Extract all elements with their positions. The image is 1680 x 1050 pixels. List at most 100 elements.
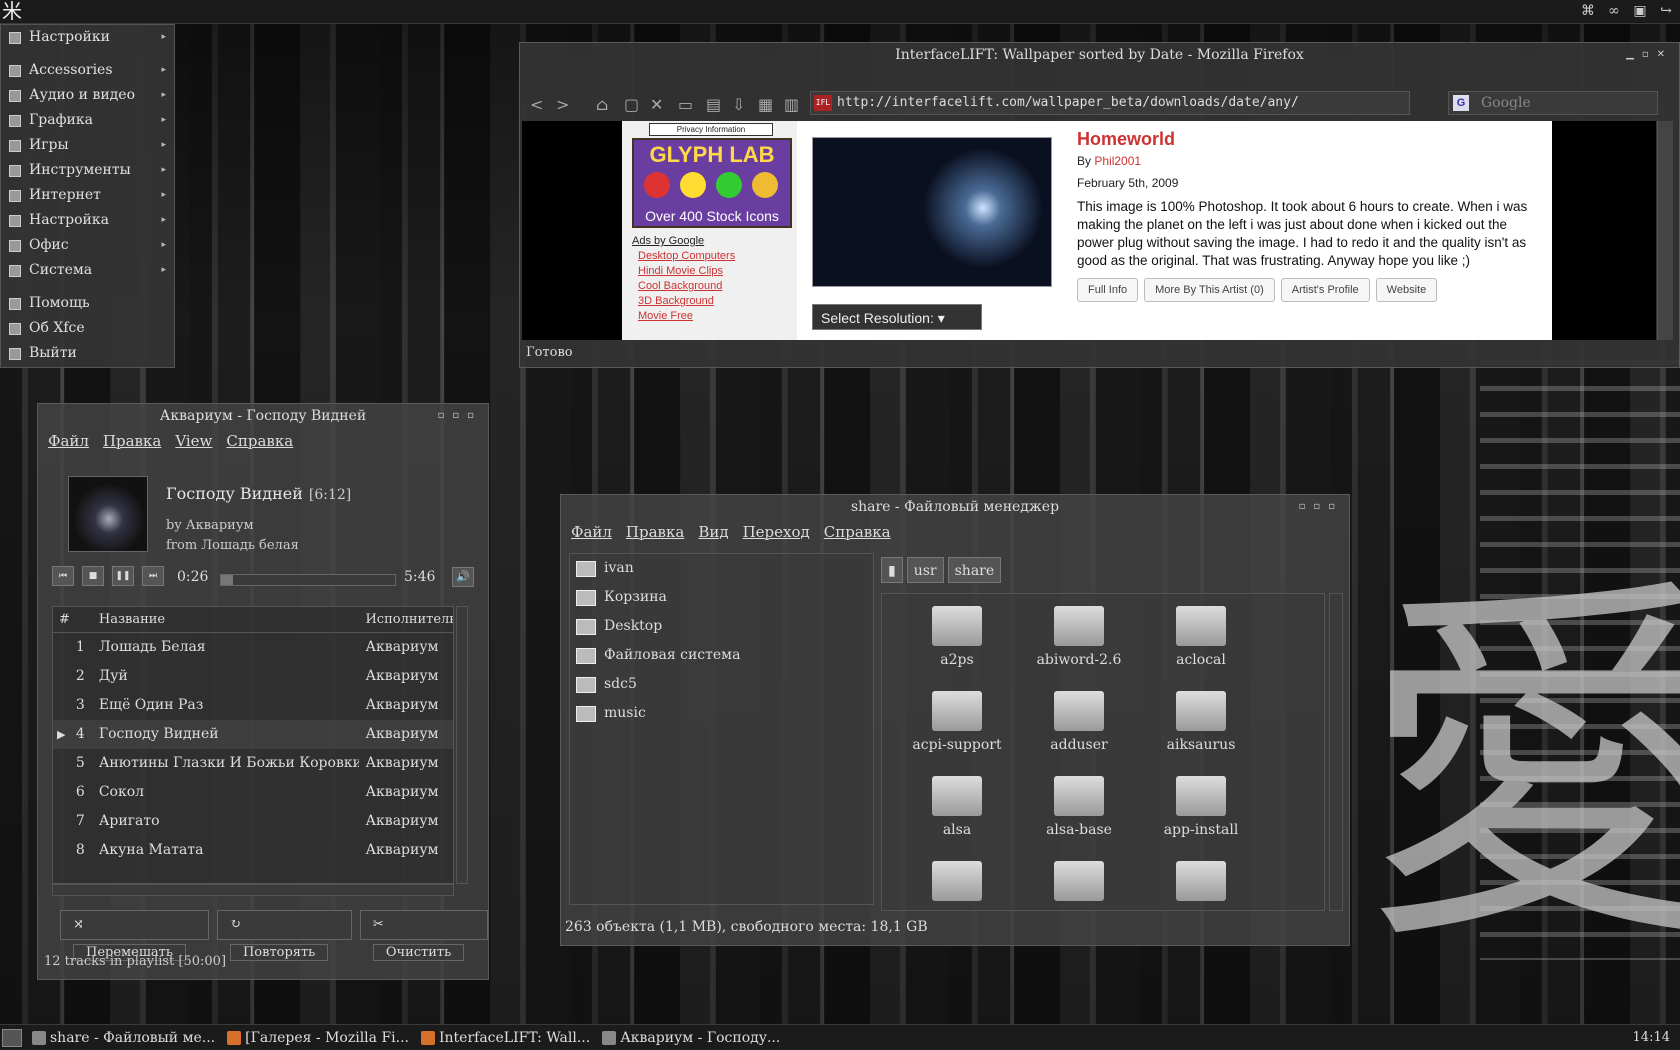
- window-controls[interactable]: ▫▫▫: [1299, 495, 1343, 519]
- taskbar-item[interactable]: share - Файловый ме...: [28, 1026, 215, 1050]
- folder-item[interactable]: [1140, 861, 1262, 907]
- sidebar-item-5[interactable]: music: [570, 699, 873, 728]
- ad-link[interactable]: 3D Background: [638, 294, 735, 309]
- menu-item-multimedia[interactable]: Аудио и видео ▸: [1, 83, 174, 108]
- table-row[interactable]: 2 Дуй Аквариум: [53, 662, 453, 691]
- table-row[interactable]: 3 Ещё Один Раз Аквариум: [53, 691, 453, 720]
- playlist-hscrollbar[interactable]: [52, 884, 454, 896]
- shuffle-button[interactable]: ⤨ Перемешать: [60, 910, 209, 961]
- tools-icon[interactable]: ▥: [784, 95, 799, 114]
- menu-item-accessories[interactable]: Accessories ▸: [1, 58, 174, 83]
- window-controls[interactable]: ▁▫✕: [1626, 43, 1673, 67]
- menu-help[interactable]: Справка: [226, 428, 293, 454]
- ad-link[interactable]: Desktop Computers: [638, 249, 735, 264]
- clear-button[interactable]: ✂ Очистить: [359, 910, 488, 961]
- menu-item-about-xfce[interactable]: Об Xfce: [1, 316, 174, 341]
- table-row[interactable]: 5 Анютины Глазки И Божьи Коровки Аквариум: [53, 749, 453, 778]
- folder-item[interactable]: [896, 861, 1018, 907]
- author-link[interactable]: Phil2001: [1094, 154, 1141, 168]
- column-artist[interactable]: Исполнитель: [359, 607, 453, 632]
- xfce-menu-icon[interactable]: 米: [2, 0, 22, 22]
- wallpaper-title[interactable]: Homeworld: [1077, 129, 1537, 150]
- menu-edit[interactable]: Правка: [626, 519, 684, 545]
- google-icon[interactable]: G: [1453, 95, 1469, 111]
- taskbar-item[interactable]: [Галерея - Mozilla Fi...: [223, 1026, 409, 1050]
- column-number[interactable]: #: [53, 607, 93, 632]
- sidebar-item-4[interactable]: sdc5: [570, 670, 873, 699]
- firefox-titlebar[interactable]: InterfaceLIFT: Wallpaper sorted by Date …: [520, 43, 1679, 67]
- path-button-usr[interactable]: usr: [906, 557, 944, 583]
- resolution-select[interactable]: Select Resolution: ▾: [812, 304, 982, 330]
- menu-item-internet[interactable]: Интернет ▸: [1, 183, 174, 208]
- pause-icon[interactable]: ❚❚: [112, 566, 134, 586]
- window-controls[interactable]: ▫▫▫: [438, 404, 482, 428]
- sidebar-item-3[interactable]: Файловая система: [570, 641, 873, 670]
- history-icon[interactable]: ▭: [678, 95, 693, 114]
- path-root-button[interactable]: ▮: [881, 557, 903, 583]
- folder-item[interactable]: alsa-base: [1018, 776, 1140, 838]
- more-by-artist-button[interactable]: More By This Artist (0): [1144, 278, 1275, 302]
- privacy-link[interactable]: Privacy Information: [649, 123, 773, 136]
- folder-item[interactable]: aclocal: [1140, 606, 1262, 668]
- table-row[interactable]: ▶ 4 Господу Видней Аквариум: [53, 720, 453, 749]
- taskbar-item[interactable]: InterfaceLIFT: Wall...: [417, 1026, 590, 1050]
- table-row[interactable]: 6 Сокол Аквариум: [53, 778, 453, 807]
- ad-link[interactable]: Hindi Movie Clips: [638, 264, 735, 279]
- menu-item-logout[interactable]: Выйти: [1, 341, 174, 366]
- wallpaper-thumbnail[interactable]: [812, 137, 1052, 287]
- folder-item[interactable]: alsa: [896, 776, 1018, 838]
- download-icon[interactable]: ⇩: [732, 95, 745, 114]
- menu-item-help[interactable]: Помощь: [1, 291, 174, 316]
- ads-by-google-link[interactable]: Ads by Google: [632, 235, 704, 247]
- search-input[interactable]: G Google: [1448, 91, 1658, 115]
- tray-icon-link[interactable]: ∞: [1604, 2, 1624, 20]
- sidebar-item-1[interactable]: Корзина: [570, 583, 873, 612]
- menu-item-tools[interactable]: Инструменты ▸: [1, 158, 174, 183]
- glyph-lab-ad[interactable]: GLYPH LAB Over 400 Stock Icons: [632, 138, 792, 228]
- stop-icon[interactable]: ✕: [650, 95, 663, 114]
- audacious-titlebar[interactable]: Аквариум - Господу Видней ▫▫▫: [38, 404, 488, 428]
- menu-view[interactable]: Вид: [698, 519, 728, 545]
- reload-icon[interactable]: ▢: [624, 95, 639, 114]
- folder-item[interactable]: abiword-2.6: [1018, 606, 1140, 668]
- ad-link[interactable]: Cool Background: [638, 279, 735, 294]
- show-desktop-icon[interactable]: [2, 1028, 22, 1047]
- repeat-button[interactable]: ↻ Повторять: [216, 910, 352, 961]
- menu-file[interactable]: Файл: [48, 428, 89, 454]
- folder-item[interactable]: acpi-support: [896, 691, 1018, 753]
- stop-icon[interactable]: ■: [82, 566, 104, 586]
- menu-help[interactable]: Справка: [824, 519, 891, 545]
- menu-item-games[interactable]: Игры ▸: [1, 133, 174, 158]
- tray-icon-workspace[interactable]: ⌘: [1578, 2, 1598, 20]
- back-icon[interactable]: <: [530, 95, 543, 114]
- menu-item-graphics[interactable]: Графика ▸: [1, 108, 174, 133]
- folder-item[interactable]: [1018, 861, 1140, 907]
- volume-icon[interactable]: 🔊: [452, 567, 474, 587]
- ad-link[interactable]: Movie Free: [638, 309, 735, 324]
- sidebar-item-0[interactable]: ivan: [570, 554, 873, 583]
- file-manager-titlebar[interactable]: share - Файловый менеджер ▫▫▫: [561, 495, 1349, 519]
- artist-profile-button[interactable]: Artist's Profile: [1280, 278, 1370, 302]
- seek-bar[interactable]: [220, 574, 396, 586]
- tray-icon-logout[interactable]: ↪: [1656, 2, 1676, 20]
- next-icon[interactable]: ⏭: [142, 566, 164, 586]
- menu-item-configuration[interactable]: Настройка ▸: [1, 208, 174, 233]
- table-row[interactable]: 8 Акуна Матата Аквариум: [53, 836, 453, 865]
- menu-item-settings[interactable]: Настройки ▸: [1, 25, 174, 50]
- playlist-scrollbar[interactable]: [456, 606, 468, 884]
- url-bar[interactable]: IFL http://interfacelift.com/wallpaper_b…: [810, 91, 1410, 115]
- menu-go[interactable]: Переход: [743, 519, 810, 545]
- browser-scrollbar[interactable]: [1657, 121, 1673, 340]
- path-button-share[interactable]: share: [947, 557, 1002, 583]
- tray-icon-windows[interactable]: ▣: [1630, 2, 1650, 20]
- home-icon[interactable]: ⌂: [596, 95, 608, 114]
- taskbar-item[interactable]: Аквариум - Господу...: [598, 1026, 780, 1050]
- folder-item[interactable]: a2ps: [896, 606, 1018, 668]
- full-info-button[interactable]: Full Info: [1077, 278, 1139, 302]
- sidebar-item-2[interactable]: Desktop: [570, 612, 873, 641]
- previous-icon[interactable]: ⏮: [52, 566, 74, 586]
- menu-file[interactable]: Файл: [571, 519, 612, 545]
- folder-scrollbar[interactable]: [1329, 593, 1343, 911]
- menu-view[interactable]: View: [175, 428, 212, 454]
- folder-item[interactable]: adduser: [1018, 691, 1140, 753]
